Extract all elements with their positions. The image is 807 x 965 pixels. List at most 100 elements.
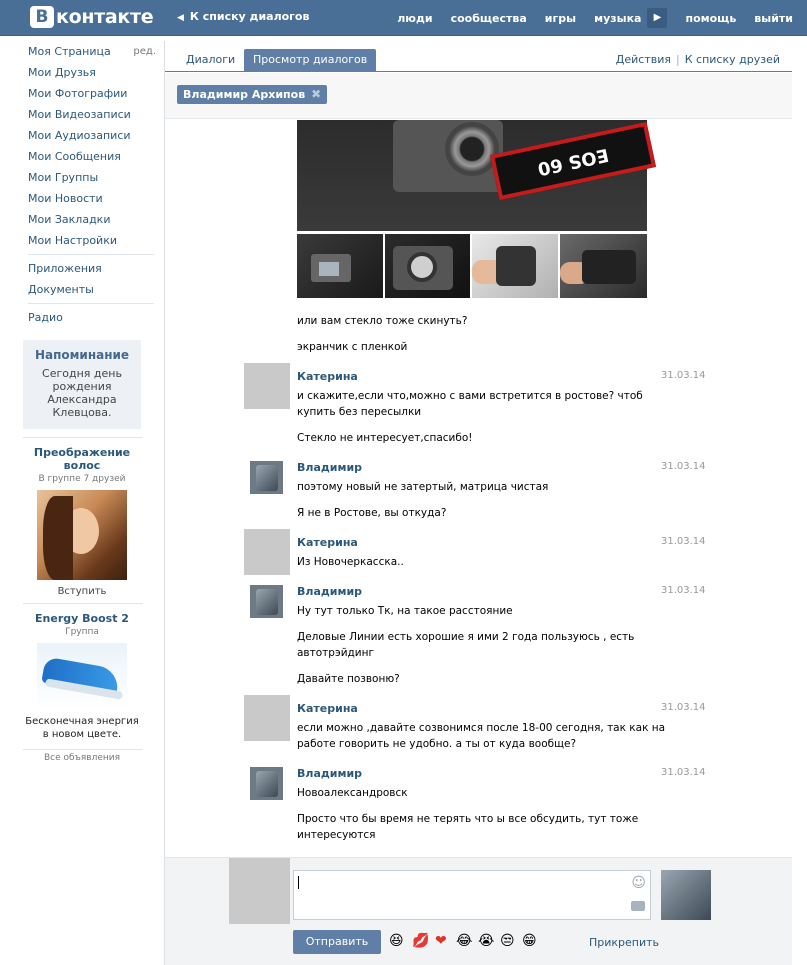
all-ads-label: Все объявления bbox=[43, 753, 121, 763]
recipient-bar: Владимир Архипов ✖ bbox=[165, 73, 792, 119]
recipient-avatar[interactable] bbox=[661, 870, 711, 920]
sidebar-item-messages[interactable]: Мои Сообщения bbox=[19, 146, 159, 167]
friends-list-link[interactable]: К списку друзей bbox=[685, 53, 780, 66]
vk-logo-text: контакте bbox=[56, 6, 154, 28]
message-date[interactable]: 31.03.14 bbox=[661, 370, 706, 381]
avatar[interactable] bbox=[244, 363, 290, 409]
emoji-laugh-icon[interactable]: 😆 bbox=[389, 932, 404, 950]
nav-help[interactable]: помощь bbox=[685, 12, 736, 25]
nav-games[interactable]: игры bbox=[545, 12, 576, 25]
recipient-chip[interactable]: Владимир Архипов ✖ bbox=[177, 85, 328, 104]
sidebar-item-audio[interactable]: Мои Аудиозаписи bbox=[19, 125, 159, 146]
nav-music[interactable]: музыка bbox=[594, 12, 641, 25]
emoji-crying-icon[interactable]: 😭 bbox=[478, 932, 494, 950]
message-history[interactable]: EOS 60 или вам стекло тоже скинуть? экра… bbox=[165, 120, 792, 856]
photo-thumb-2[interactable] bbox=[385, 234, 470, 298]
message-date[interactable]: 31.03.14 bbox=[661, 702, 706, 713]
divider bbox=[23, 437, 143, 438]
thumb-camera bbox=[582, 250, 636, 284]
play-icon[interactable]: ▶ bbox=[647, 8, 668, 28]
sidebar-item-groups[interactable]: Мои Группы bbox=[19, 167, 159, 188]
ad-block-hair[interactable]: Преображение волос В группе 7 друзей Вст… bbox=[23, 446, 141, 597]
thumb-screen bbox=[319, 262, 339, 276]
photo-thumb-1[interactable] bbox=[297, 234, 383, 298]
sidebar-item-news[interactable]: Мои Новости bbox=[19, 188, 159, 209]
ad-title[interactable]: Преображение волос bbox=[23, 446, 141, 472]
message-date[interactable]: 31.03.14 bbox=[661, 585, 706, 596]
photo-thumb-3[interactable] bbox=[472, 234, 558, 298]
sidebar-item-settings[interactable]: Мои Настройки bbox=[19, 230, 159, 251]
avatar[interactable] bbox=[250, 585, 283, 618]
send-button[interactable]: Отправить bbox=[293, 930, 381, 954]
camera-strap: EOS 60 bbox=[489, 121, 657, 201]
ad-title[interactable]: Energy Boost 2 bbox=[23, 612, 141, 625]
emoji-grin-icon[interactable]: 😁 bbox=[522, 932, 537, 950]
ad-block-shoe[interactable]: Energy Boost 2 Группа Бесконечная энерги… bbox=[23, 612, 141, 741]
camera-photo-main[interactable]: EOS 60 bbox=[297, 120, 657, 231]
photo-thumb-4[interactable] bbox=[560, 234, 647, 298]
sidebar-item-label: Мои Сообщения bbox=[28, 150, 121, 163]
ad-image[interactable] bbox=[37, 490, 127, 580]
message-author[interactable]: Владимир bbox=[297, 767, 362, 780]
message-text: если можно ,давайте созвонимся после 18-… bbox=[297, 722, 666, 734]
avatar[interactable] bbox=[244, 695, 290, 741]
back-to-dialogs-label: К списку диалогов bbox=[189, 10, 310, 23]
recipient-name: Владимир Архипов bbox=[183, 88, 306, 101]
sidebar-item-my-page[interactable]: Моя Страница ред. bbox=[19, 41, 159, 62]
tab-dialogs[interactable]: Диалоги bbox=[177, 49, 244, 72]
message-date[interactable]: 31.03.14 bbox=[661, 461, 706, 472]
message-text: Из Новочеркасска.. bbox=[297, 556, 404, 568]
camera-mount bbox=[445, 122, 499, 176]
sidebar-item-label: Мои Группы bbox=[28, 171, 99, 184]
nav-people[interactable]: люди bbox=[397, 12, 432, 25]
message-date[interactable]: 31.03.14 bbox=[661, 536, 706, 547]
emoji-kiss-icon[interactable]: 💋 bbox=[412, 932, 429, 950]
camera-icon[interactable] bbox=[631, 901, 645, 911]
emoji-unamused-icon[interactable]: 😒 bbox=[500, 932, 515, 950]
sidebar-item-friends[interactable]: Мои Друзья bbox=[19, 62, 159, 83]
tab-view-dialogs[interactable]: Просмотр диалогов bbox=[244, 49, 377, 72]
nav-communities[interactable]: сообщества bbox=[451, 12, 527, 25]
my-avatar[interactable] bbox=[229, 858, 290, 924]
sidebar-item-bookmarks[interactable]: Мои Закладки bbox=[19, 209, 159, 230]
ad-image[interactable] bbox=[37, 643, 127, 709]
nav-logout[interactable]: выйти bbox=[754, 12, 793, 25]
actions-link[interactable]: Действия bbox=[616, 53, 671, 66]
smiley-icon[interactable]: ☺ bbox=[631, 875, 646, 891]
avatar[interactable] bbox=[250, 461, 283, 494]
message-author[interactable]: Катерина bbox=[297, 370, 358, 383]
message-author[interactable]: Владимир bbox=[297, 585, 362, 598]
camera-strap-text: EOS 60 bbox=[535, 143, 611, 180]
top-nav: люди сообщества игры музыка ▶ помощь вый… bbox=[379, 0, 793, 36]
sidebar-item-apps[interactable]: Приложения bbox=[19, 258, 159, 279]
message-text: и скажите,если что,можно с вами встретит… bbox=[297, 390, 643, 402]
vk-logo[interactable]: В контакте bbox=[30, 5, 154, 29]
top-bar: В контакте ◀ К списку диалогов люди сообщ… bbox=[0, 0, 807, 36]
message-author[interactable]: Катерина bbox=[297, 702, 358, 715]
message-date[interactable]: 31.03.14 bbox=[661, 767, 706, 778]
attach-link[interactable]: Прикрепить bbox=[589, 936, 659, 949]
all-ads-link[interactable]: Все объявления bbox=[23, 753, 141, 763]
join-button[interactable]: Вступить bbox=[23, 586, 141, 597]
avatar[interactable] bbox=[250, 767, 283, 800]
edit-link[interactable]: ред. bbox=[133, 41, 159, 62]
back-to-dialogs-link[interactable]: ◀ К списку диалогов bbox=[177, 10, 309, 23]
sidebar-item-label: Моя Страница bbox=[28, 45, 111, 58]
emoji-heart-icon[interactable]: ❤ bbox=[435, 932, 447, 950]
message-text: Я не в Ростове, вы откуда? bbox=[297, 507, 447, 519]
close-icon[interactable]: ✖ bbox=[311, 85, 321, 104]
emoji-tears-joy-icon[interactable]: 😂 bbox=[456, 932, 472, 950]
avatar[interactable] bbox=[244, 529, 290, 575]
reminder-body[interactable]: Сегодня день рождения Александра Клевцов… bbox=[27, 367, 137, 419]
sidebar-item-photos[interactable]: Мои Фотографии bbox=[19, 83, 159, 104]
message-author[interactable]: Владимир bbox=[297, 461, 362, 474]
sidebar-item-label: Мои Фотографии bbox=[28, 87, 128, 100]
sidebar-item-documents[interactable]: Документы bbox=[19, 279, 159, 300]
message-text: Новоалександровск bbox=[297, 787, 408, 799]
sidebar-item-label: Мои Настройки bbox=[28, 234, 117, 247]
message-input[interactable]: ☺ bbox=[293, 870, 651, 920]
message-author[interactable]: Катерина bbox=[297, 536, 358, 549]
thumb-mount bbox=[407, 252, 437, 282]
sidebar-item-radio[interactable]: Радио bbox=[19, 307, 159, 328]
sidebar-item-videos[interactable]: Мои Видеозаписи bbox=[19, 104, 159, 125]
